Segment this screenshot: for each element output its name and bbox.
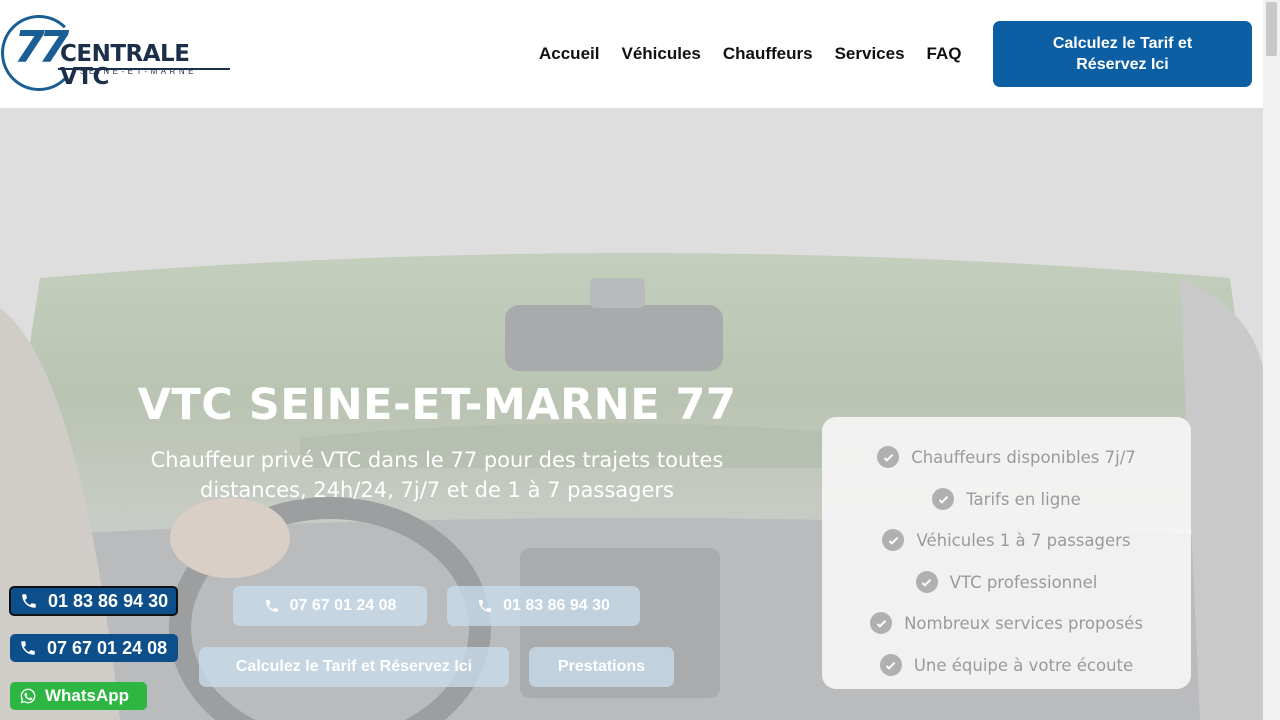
phone-icon: [22, 594, 36, 608]
hero-subtitle: Chauffeur privé VTC dans le 77 pour des …: [150, 448, 724, 502]
feature-label: Une équipe à votre écoute: [913, 655, 1134, 675]
nav-faq[interactable]: FAQ: [927, 44, 962, 64]
hero-booking-button[interactable]: Calculez le Tarif et Réservez Ici: [199, 647, 509, 687]
hero-phone-mobile-label: 07 67 01 24 08: [289, 597, 397, 614]
feature-item: Tarifs en ligne: [822, 488, 1191, 510]
feature-item: Une équipe à votre écoute: [822, 654, 1191, 676]
whatsapp-button[interactable]: WhatsApp: [10, 682, 147, 710]
logo-tagline: SEINE-ET-MARNE: [80, 67, 198, 76]
feature-label: Chauffeurs disponibles 7j/7: [911, 447, 1136, 467]
phone-icon: [479, 600, 492, 612]
feature-label: VTC professionnel: [949, 572, 1098, 592]
hero-section: VTC SEINE-ET-MARNE 77 Chauffeur privé VT…: [0, 108, 1263, 720]
hero-prestations-button[interactable]: Prestations: [529, 647, 674, 687]
header-booking-button[interactable]: Calculez le Tarif et Réservez Ici: [993, 21, 1252, 87]
nav-accueil[interactable]: Accueil: [539, 44, 599, 64]
site-logo[interactable]: 77 CENTRALE VTC SEINE-ET-MARNE: [0, 12, 240, 94]
check-circle-icon: [879, 654, 902, 676]
nav-chauffeurs[interactable]: Chauffeurs: [723, 44, 813, 64]
feature-item: Véhicules 1 à 7 passagers: [822, 529, 1191, 551]
check-circle-icon: [870, 612, 893, 634]
phone-icon: [265, 600, 278, 612]
hero-phone-mobile-button[interactable]: 07 67 01 24 08: [233, 586, 427, 626]
main-nav: Accueil Véhicules Chauffeurs Services FA…: [539, 44, 962, 64]
floating-phone-mobile-button[interactable]: 07 67 01 24 08: [10, 634, 178, 662]
nav-services[interactable]: Services: [835, 44, 905, 64]
whatsapp-label: WhatsApp: [45, 686, 130, 705]
feature-item: Chauffeurs disponibles 7j/7: [822, 446, 1191, 468]
feature-label: Nombreux services proposés: [904, 613, 1143, 633]
check-circle-icon: [915, 571, 938, 593]
hero-title: VTC SEINE-ET-MARNE 77: [137, 380, 737, 430]
logo-name: CENTRALE VTC: [60, 41, 190, 90]
whatsapp-icon: [20, 688, 36, 704]
check-circle-icon: [882, 529, 905, 551]
site-header: 77 CENTRALE VTC SEINE-ET-MARNE Accueil V…: [0, 0, 1263, 108]
feature-item: VTC professionnel: [822, 571, 1191, 593]
feature-item: Nombreux services proposés: [822, 612, 1191, 634]
floating-phone-landline-label: 01 83 86 94 30: [48, 590, 169, 611]
phone-icon: [21, 641, 35, 655]
hero-phone-landline-label: 01 83 86 94 30: [503, 597, 610, 614]
scrollbar-thumb[interactable]: [1266, 2, 1277, 56]
page-scrollbar[interactable]: [1263, 0, 1280, 720]
check-circle-icon: [877, 446, 900, 468]
nav-vehicules[interactable]: Véhicules: [621, 44, 700, 64]
logo-number: 77: [14, 22, 69, 73]
hero-phone-landline-button[interactable]: 01 83 86 94 30: [447, 586, 640, 626]
floating-phone-mobile-label: 07 67 01 24 08: [47, 637, 168, 658]
feature-label: Tarifs en ligne: [966, 489, 1081, 509]
features-card: Chauffeurs disponibles 7j/7 Tarifs en li…: [822, 417, 1191, 689]
floating-phone-landline-button[interactable]: 01 83 86 94 30: [9, 586, 178, 616]
feature-label: Véhicules 1 à 7 passagers: [916, 530, 1131, 550]
check-circle-icon: [932, 488, 955, 510]
